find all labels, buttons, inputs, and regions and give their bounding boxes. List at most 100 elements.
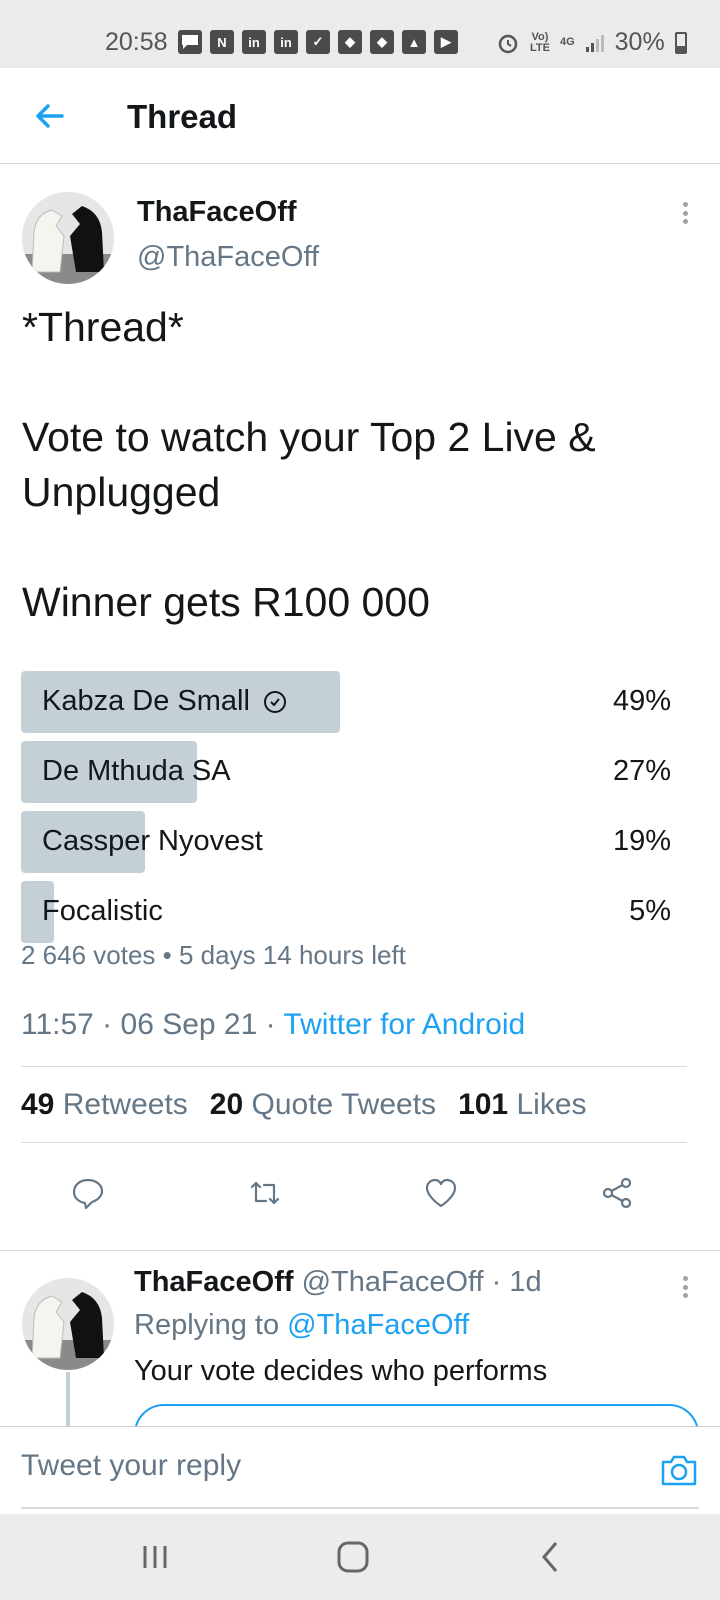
shield-icon: ◆ <box>338 30 362 54</box>
poll-option-label: Cassper Nyovest <box>42 825 263 858</box>
alarm-icon <box>498 34 518 53</box>
notification-icons: N in in ✓ ◆ ◆ ▲ ▶ <box>178 30 458 54</box>
tweet-timestamp: 11:57 · 06 Sep 21 · Twitter for Android <box>21 1008 525 1042</box>
dot-icon <box>682 1284 688 1290</box>
reply-author-name[interactable]: ThaFaceOff <box>134 1266 294 1298</box>
likes-stat[interactable]: 101 Likes <box>458 1088 586 1122</box>
battery-percent: 30% <box>614 28 665 56</box>
volte-top: Vo) <box>531 30 549 43</box>
quotes-count: 20 <box>209 1088 244 1121</box>
tweet-text: *Thread* Vote to watch your Top 2 Live &… <box>22 304 596 625</box>
retweets-label: Retweets <box>62 1088 188 1121</box>
reply-header: ThaFaceOff @ThaFaceOff · 1d <box>134 1266 542 1299</box>
signal-icon <box>585 34 604 52</box>
retweet-icon <box>250 1181 280 1205</box>
home-icon <box>337 1541 369 1573</box>
author-handle[interactable]: @ThaFaceOff <box>137 241 319 274</box>
camera-icon <box>661 1455 697 1486</box>
volte-bottom: LTE <box>530 41 550 54</box>
replying-to: Replying to @ThaFaceOff <box>134 1309 469 1342</box>
network-type: 4G <box>559 36 575 48</box>
more-options-button[interactable] <box>672 198 698 228</box>
poll-option-percent: 27% <box>612 755 671 787</box>
tweet-source-link[interactable]: Twitter for Android <box>283 1008 525 1041</box>
quotes-stat[interactable]: 20 Quote Tweets <box>210 1088 436 1122</box>
chevron-left-icon <box>542 1542 558 1572</box>
poll-option-percent: 49% <box>612 685 671 717</box>
status-bar: 20:58 N in in ✓ ◆ ◆ ▲ ▶ Vo) LTE 4G 30% <box>0 0 720 68</box>
poll-option-text: Kabza De Small <box>42 685 250 717</box>
likes-label: Likes <box>516 1088 587 1121</box>
chess-knights-avatar <box>22 192 114 284</box>
recents-button[interactable] <box>130 1534 180 1580</box>
reply-button[interactable] <box>58 1163 118 1223</box>
tweet-actions <box>0 1163 720 1223</box>
replying-prefix: Replying to <box>134 1309 288 1341</box>
dot-icon <box>682 1276 688 1281</box>
timestamp-text: 11:57 · 06 Sep 21 · <box>21 1008 284 1041</box>
poll-option-label: Focalistic <box>42 895 163 928</box>
youtube-icon: ▶ <box>434 30 458 54</box>
camera-button[interactable] <box>658 1449 700 1491</box>
status-time: 20:58 <box>105 28 168 56</box>
poll-option-percent: 5% <box>629 895 671 927</box>
battery-icon <box>674 31 687 54</box>
dot-icon <box>682 210 688 216</box>
linkedin-icon: in <box>242 30 266 54</box>
message-icon <box>178 30 202 54</box>
thread-line <box>66 1372 70 1432</box>
recents-icon <box>143 1546 167 1568</box>
tweet-stats: 49 Retweets 20 Quote Tweets 101 Likes <box>21 1088 587 1122</box>
poll-option: Cassper Nyovest 19% <box>21 811 671 873</box>
avatar[interactable] <box>22 192 114 284</box>
page-title: Thread <box>127 98 238 135</box>
poll-option-text: Cassper Nyovest <box>42 825 263 857</box>
reply-more-button[interactable] <box>672 1272 698 1302</box>
status-right: Vo) LTE 4G 30% <box>496 28 687 57</box>
dot-icon <box>682 219 688 224</box>
heart-icon <box>425 1178 457 1208</box>
retweet-button[interactable] <box>235 1163 295 1223</box>
poll-meta: 2 646 votes • 5 days 14 hours left <box>21 940 406 970</box>
divider <box>21 1142 687 1143</box>
check-circle-icon <box>263 690 286 713</box>
author-name[interactable]: ThaFaceOff <box>137 196 297 229</box>
like-button[interactable] <box>411 1163 471 1223</box>
reply-handle-time: @ThaFaceOff · 1d <box>293 1266 542 1298</box>
poll-option-label: De Mthuda SA <box>42 755 231 788</box>
reply-text: Your vote decides who performs <box>134 1355 548 1387</box>
quotes-label: Quote Tweets <box>251 1088 437 1121</box>
retweets-stat[interactable]: 49 Retweets <box>21 1088 188 1122</box>
likes-count: 101 <box>458 1088 509 1121</box>
poll-option: De Mthuda SA 27% <box>21 741 671 803</box>
check-icon: ✓ <box>306 30 330 54</box>
arrow-left-icon <box>36 104 64 128</box>
back-button[interactable] <box>28 94 72 138</box>
reply-input[interactable] <box>21 1449 621 1483</box>
compose-underline <box>21 1507 699 1509</box>
home-button[interactable] <box>328 1534 378 1580</box>
share-button[interactable] <box>587 1163 647 1223</box>
volte-indicator: Vo) LTE <box>530 30 550 54</box>
app-header: Thread <box>0 68 720 164</box>
compose-bar <box>0 1426 720 1514</box>
poll-option-label: Kabza De Small <box>42 685 286 718</box>
system-nav-bar <box>0 1514 720 1600</box>
dot-icon <box>682 202 688 207</box>
chess-knights-avatar <box>22 1278 114 1370</box>
poll-option-text: De Mthuda SA <box>42 755 231 787</box>
shield-icon: ◆ <box>370 30 394 54</box>
image-icon: ▲ <box>402 30 426 54</box>
nav-back-button[interactable] <box>526 1534 576 1580</box>
replying-mention-link[interactable]: @ThaFaceOff <box>287 1309 469 1341</box>
n-icon: N <box>210 30 234 54</box>
linkedin-icon: in <box>274 30 298 54</box>
poll: Kabza De Small 49% De Mthuda SA 27% Cass… <box>21 671 671 951</box>
dot-icon <box>682 1293 688 1298</box>
retweets-count: 49 <box>21 1088 55 1121</box>
poll-option-text: Focalistic <box>42 895 163 927</box>
share-icon <box>602 1177 632 1209</box>
divider <box>0 1250 720 1251</box>
reply-avatar[interactable] <box>22 1278 114 1370</box>
poll-option: Focalistic 5% <box>21 881 671 943</box>
